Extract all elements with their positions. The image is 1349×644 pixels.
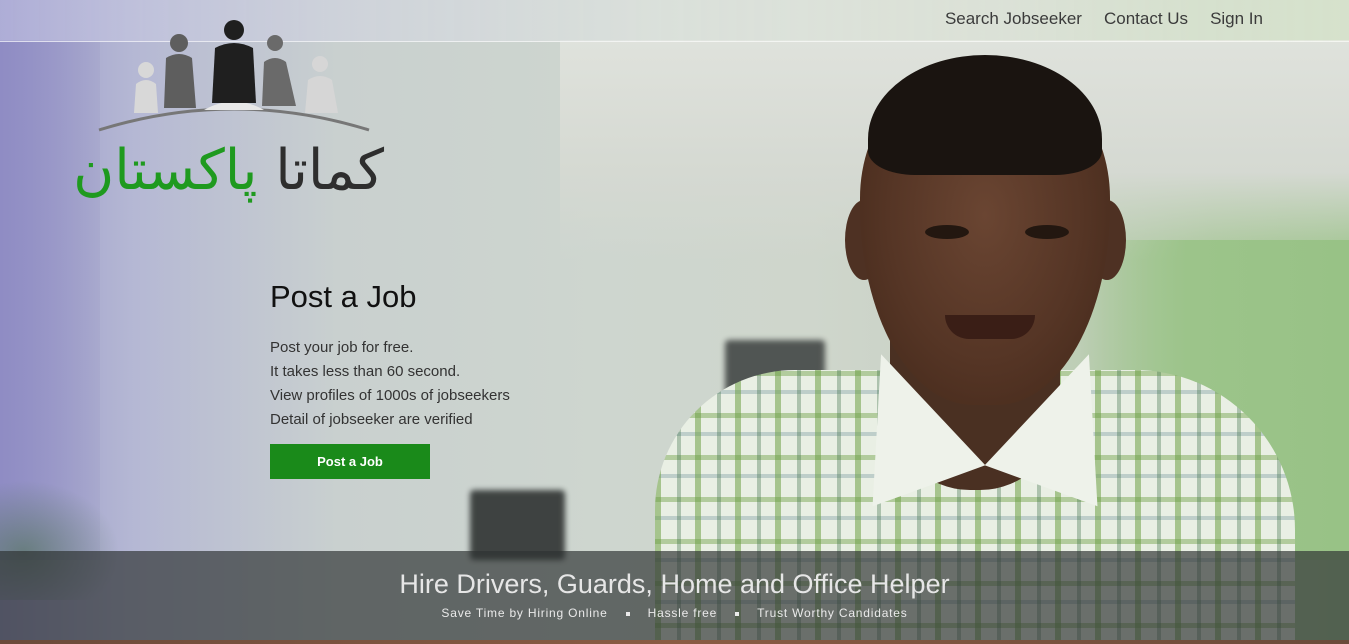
people-silhouettes-icon <box>98 20 370 132</box>
post-a-job-button[interactable]: Post a Job <box>270 444 430 479</box>
banner-headline: Hire Drivers, Guards, Home and Office He… <box>399 569 950 599</box>
bullet-separator <box>625 611 630 616</box>
smile <box>945 315 1035 339</box>
feature-line: Detail of jobseeker are verified <box>270 411 473 428</box>
nav-contact-us-link[interactable]: Contact Us <box>1104 9 1188 29</box>
bottom-banner: Hire Drivers, Guards, Home and Office He… <box>0 551 1349 644</box>
nav-sign-in-link[interactable]: Sign In <box>1210 9 1263 29</box>
logo-word-pakistan: پاکستان <box>73 138 258 203</box>
main-nav: Search Jobseeker Contact Us Sign In <box>945 9 1263 29</box>
bottom-edge-strip <box>0 640 1349 644</box>
banner-tag: Hassle free <box>647 606 718 620</box>
banner-tag: Save Time by Hiring Online <box>441 606 608 620</box>
eye-right <box>1025 225 1069 239</box>
logo-wordmark: كماتا پاکستان <box>73 136 384 206</box>
background-monitor <box>470 490 565 560</box>
bullet-separator <box>735 611 740 616</box>
post-job-panel: Post a Job Post your job for free. It ta… <box>270 278 600 479</box>
eye-left <box>925 225 969 239</box>
logo-word-kamata: كماتا <box>275 138 384 203</box>
feature-line: It takes less than 60 second. <box>270 363 461 380</box>
banner-tags: Save Time by Hiring Online Hassle free Tru… <box>0 606 1349 620</box>
nav-search-jobseeker-link[interactable]: Search Jobseeker <box>945 9 1082 29</box>
feature-line: Post your job for free. <box>270 339 414 356</box>
banner-tag: Trust Worthy Candidates <box>757 606 908 620</box>
post-job-heading: Post a Job <box>270 279 417 314</box>
site-logo[interactable]: كماتا پاکستان <box>73 18 384 208</box>
hair <box>868 55 1102 175</box>
feature-line: View profiles of 1000s of jobseekers <box>270 387 510 404</box>
